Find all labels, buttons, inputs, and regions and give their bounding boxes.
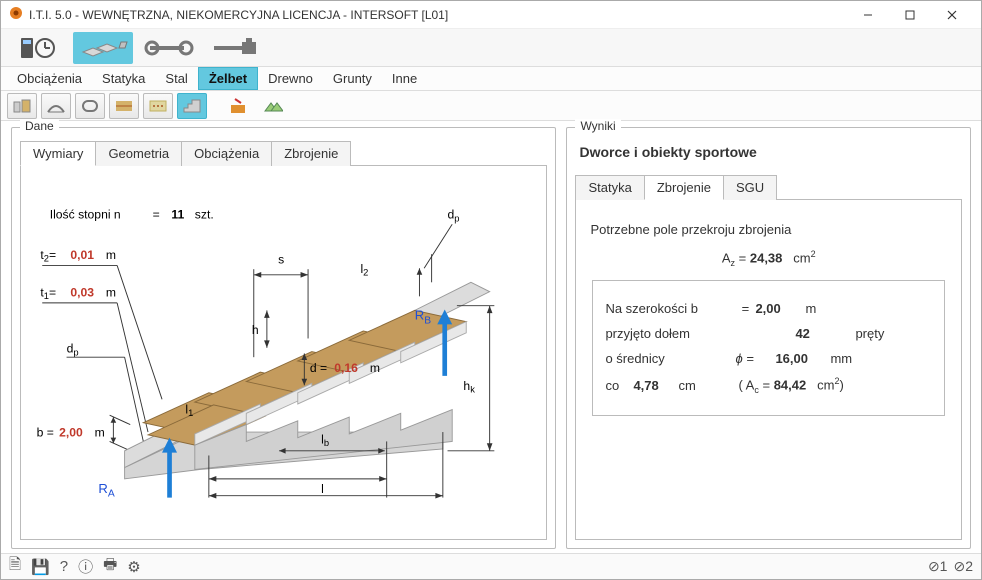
subtool-4[interactable] bbox=[109, 93, 139, 119]
sub-toolbar bbox=[1, 91, 981, 121]
wyniki-panel-title: Wyniki bbox=[575, 119, 620, 133]
save-icon[interactable]: 💾 bbox=[31, 558, 50, 576]
info-icon[interactable]: ⓘ bbox=[78, 556, 93, 577]
dane-tab-obciazenia[interactable]: Obciążenia bbox=[181, 141, 272, 166]
result-line-1: Potrzebne pole przekroju zbrojenia bbox=[590, 222, 947, 237]
svg-text:Ilość stopni n: Ilość stopni n bbox=[50, 208, 121, 222]
svg-text:0,01: 0,01 bbox=[70, 248, 94, 262]
status-indicator-2: ⊘2 bbox=[953, 558, 973, 575]
wyniki-tab-zbrojenie[interactable]: Zbrojenie bbox=[644, 175, 724, 200]
footer: 🗎 💾 ? ⓘ 🖶 ⚙ ⊘1 ⊘2 bbox=[1, 553, 981, 579]
svg-text:0,16: 0,16 bbox=[334, 361, 358, 375]
wyniki-tab-content: Potrzebne pole przekroju zbrojenia Az = … bbox=[575, 200, 962, 540]
row-width: Na szerokości b = 2,00 m bbox=[605, 301, 932, 316]
new-doc-icon[interactable]: 🗎 bbox=[9, 554, 21, 579]
menu-obciazenia[interactable]: Obciążenia bbox=[7, 67, 92, 90]
subtool-7[interactable] bbox=[223, 93, 253, 119]
titlebar: I.T.I. 5.0 - WEWNĘTRZNA, NIEKOMERCYJNA L… bbox=[1, 1, 981, 29]
status-indicator-1: ⊘1 bbox=[928, 558, 948, 575]
svg-text:m: m bbox=[370, 361, 380, 375]
wyniki-tab-sgu[interactable]: SGU bbox=[723, 175, 777, 200]
svg-text:m: m bbox=[106, 248, 116, 262]
dane-panel: Dane Wymiary Geometria Obciążenia Zbroje… bbox=[11, 127, 556, 549]
wyniki-tabs: Statyka Zbrojenie SGU bbox=[575, 174, 962, 200]
subtool-2[interactable] bbox=[41, 93, 71, 119]
menubar: Obciążenia Statyka Stal Żelbet Drewno Gr… bbox=[1, 67, 981, 91]
tool-calculator-icon[interactable] bbox=[7, 32, 67, 64]
dane-tab-geometria[interactable]: Geometria bbox=[95, 141, 182, 166]
dane-tab-wymiary[interactable]: Wymiary bbox=[20, 141, 96, 166]
subtool-5[interactable] bbox=[143, 93, 173, 119]
dane-tab-zbrojenie[interactable]: Zbrojenie bbox=[271, 141, 351, 166]
stairs-diagram: Ilość stopni n = 11 szt. dp t2= 0,01 m bbox=[31, 176, 536, 529]
result-az: Az = 24,38 cm2 bbox=[590, 249, 947, 268]
menu-grunty[interactable]: Grunty bbox=[323, 67, 382, 90]
settings-icon[interactable]: ⚙ bbox=[127, 558, 140, 576]
svg-text:dp: dp bbox=[448, 208, 460, 224]
main-toolbar bbox=[1, 29, 981, 67]
minimize-button[interactable] bbox=[847, 2, 889, 28]
footer-status: ⊘1 ⊘2 bbox=[928, 558, 973, 575]
wyniki-heading: Dworce i obiekty sportowe bbox=[579, 144, 962, 160]
menu-inne[interactable]: Inne bbox=[382, 67, 427, 90]
tool-blocks-icon[interactable] bbox=[73, 32, 133, 64]
row-bars: przyjęto dołem 42 pręty bbox=[605, 326, 932, 341]
wyniki-tab-statyka[interactable]: Statyka bbox=[575, 175, 644, 200]
tool-wrench-icon[interactable] bbox=[139, 32, 199, 64]
svg-text:s: s bbox=[278, 253, 284, 267]
subtool-3[interactable] bbox=[75, 93, 105, 119]
window-title: I.T.I. 5.0 - WEWNĘTRZNA, NIEKOMERCYJNA L… bbox=[29, 8, 847, 22]
dane-tabs: Wymiary Geometria Obciążenia Zbrojenie bbox=[20, 140, 547, 166]
menu-stal[interactable]: Stal bbox=[155, 67, 197, 90]
menu-zelbet[interactable]: Żelbet bbox=[198, 67, 258, 90]
svg-text:=: = bbox=[153, 208, 160, 222]
app-window: I.T.I. 5.0 - WEWNĘTRZNA, NIEKOMERCYJNA L… bbox=[0, 0, 982, 580]
svg-text:szt.: szt. bbox=[195, 208, 214, 222]
svg-text:l2: l2 bbox=[360, 262, 368, 278]
window-buttons bbox=[847, 2, 973, 28]
svg-text:l: l bbox=[321, 482, 324, 496]
results-box: Na szerokości b = 2,00 m przyjęto dołem … bbox=[592, 280, 945, 416]
svg-text:m: m bbox=[95, 426, 105, 440]
tool-pipe-wrench-icon[interactable] bbox=[205, 32, 265, 64]
subtool-8[interactable] bbox=[257, 93, 287, 119]
subtool-1[interactable] bbox=[7, 93, 37, 119]
svg-text:h: h bbox=[252, 323, 259, 337]
dane-tab-content: Ilość stopni n = 11 szt. dp t2= 0,01 m bbox=[20, 166, 547, 540]
svg-text:2,00: 2,00 bbox=[59, 426, 83, 440]
svg-text:t2=: t2= bbox=[40, 248, 56, 264]
close-button[interactable] bbox=[931, 2, 973, 28]
svg-text:d =: d = bbox=[310, 361, 327, 375]
svg-text:m: m bbox=[106, 285, 116, 299]
svg-text:t1=: t1= bbox=[40, 285, 56, 301]
svg-text:11: 11 bbox=[171, 208, 184, 222]
svg-text:RA: RA bbox=[98, 481, 114, 500]
maximize-button[interactable] bbox=[889, 2, 931, 28]
svg-text:b =: b = bbox=[37, 426, 54, 440]
wyniki-panel: Wyniki Dworce i obiekty sportowe Statyka… bbox=[566, 127, 971, 549]
menu-drewno[interactable]: Drewno bbox=[258, 67, 323, 90]
row-spacing: co 4,78 cm ( Ac = 84,42 cm2) bbox=[605, 376, 932, 395]
row-diameter: o średnicy ϕ = 16,00 mm bbox=[605, 351, 932, 366]
dane-panel-title: Dane bbox=[20, 119, 59, 133]
svg-text:dp: dp bbox=[67, 342, 79, 358]
help-icon[interactable]: ? bbox=[60, 558, 68, 575]
app-icon bbox=[9, 6, 23, 23]
content-area: Dane Wymiary Geometria Obciążenia Zbroje… bbox=[1, 121, 981, 553]
svg-text:hk: hk bbox=[463, 379, 475, 395]
subtool-stairs-icon[interactable] bbox=[177, 93, 207, 119]
menu-statyka[interactable]: Statyka bbox=[92, 67, 155, 90]
svg-text:0,03: 0,03 bbox=[70, 285, 94, 299]
print-icon[interactable]: 🖶 bbox=[103, 554, 117, 579]
